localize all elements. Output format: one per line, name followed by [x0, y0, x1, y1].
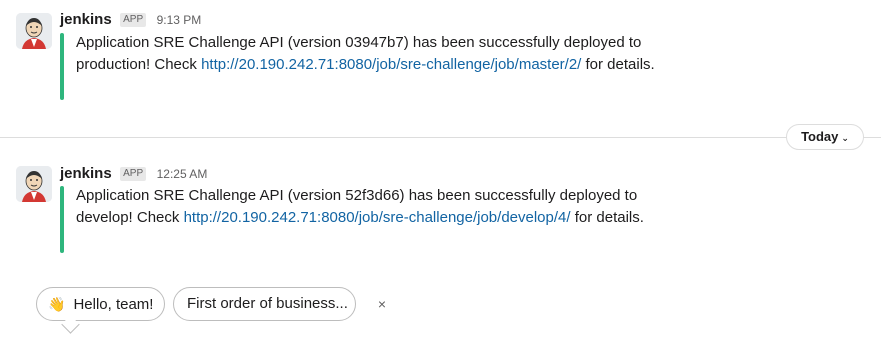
message-header: jenkins APP 12:25 AM — [60, 164, 207, 184]
date-divider-line — [0, 137, 881, 138]
close-icon[interactable]: × — [375, 294, 389, 314]
suggestion-chip-first-order[interactable]: First order of business... — [173, 287, 356, 321]
suggestion-chip-label: First order of business... — [187, 295, 348, 312]
sender-name[interactable]: jenkins — [60, 11, 112, 28]
timestamp[interactable]: 12:25 AM — [157, 167, 208, 181]
jenkins-logo-icon — [16, 166, 52, 202]
app-badge: APP — [120, 13, 147, 27]
date-divider-label: Today — [801, 129, 839, 144]
suggestion-chip-hello[interactable]: 👋 Hello, team! — [36, 287, 165, 321]
deploy-link[interactable]: http://20.190.242.71:8080/job/sre-challe… — [201, 56, 581, 73]
timestamp[interactable]: 9:13 PM — [157, 13, 202, 27]
waving-hand-icon: 👋 — [48, 296, 66, 312]
message-header: jenkins APP 9:13 PM — [60, 10, 201, 30]
message-text: Application SRE Challenge API (version 5… — [76, 185, 651, 229]
message-text: Application SRE Challenge API (version 0… — [76, 32, 656, 76]
date-divider-button[interactable]: Today ⌄ — [786, 124, 864, 150]
app-badge: APP — [120, 167, 147, 181]
jenkins-avatar[interactable] — [16, 13, 52, 49]
message-text-after: for details. — [581, 56, 655, 73]
sender-name[interactable]: jenkins — [60, 165, 112, 182]
deploy-link[interactable]: http://20.190.242.71:8080/job/sre-challe… — [184, 209, 571, 226]
chevron-down-icon: ⌄ — [841, 133, 849, 143]
attachment-accent-bar — [60, 33, 64, 100]
attachment-accent-bar — [60, 186, 64, 253]
jenkins-avatar[interactable] — [16, 166, 52, 202]
jenkins-logo-icon — [16, 13, 52, 49]
suggestion-chip-label: Hello, team! — [73, 296, 154, 313]
message-text-after: for details. — [570, 209, 644, 226]
